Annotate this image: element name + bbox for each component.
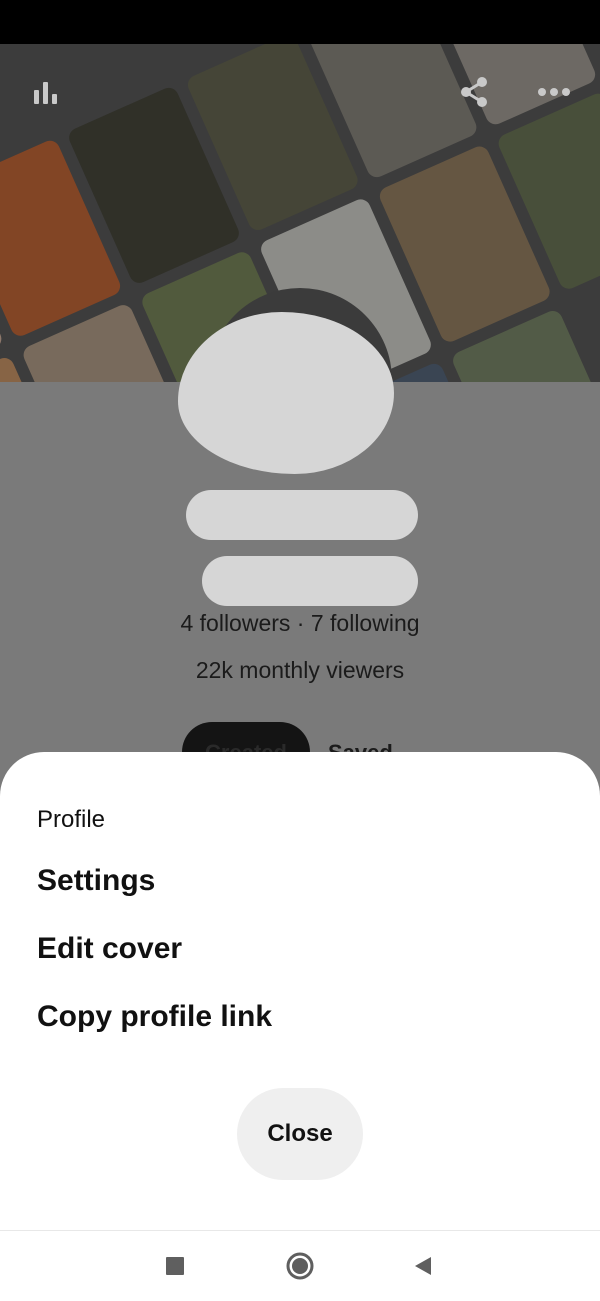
recents-icon[interactable]: [160, 1251, 190, 1281]
sheet-title: Profile: [37, 806, 106, 833]
username-redaction: [202, 556, 418, 606]
more-icon[interactable]: [536, 74, 572, 110]
back-icon[interactable]: [408, 1251, 438, 1281]
profile-options-sheet: Profile Settings Edit cover Copy profile…: [0, 752, 600, 1230]
close-button[interactable]: Close: [237, 1088, 363, 1180]
home-icon[interactable]: [285, 1251, 315, 1281]
menu-item-settings[interactable]: Settings: [37, 864, 155, 898]
system-nav-bar: [0, 1230, 600, 1301]
menu-item-edit-cover[interactable]: Edit cover: [37, 932, 182, 966]
follow-stats[interactable]: 4 followers · 7 following: [0, 610, 600, 637]
avatar-redaction: [178, 312, 394, 474]
share-icon[interactable]: [456, 74, 492, 110]
monthly-viewers: 22k monthly viewers: [195, 657, 405, 683]
status-bar: [0, 0, 600, 44]
menu-item-copy-profile-link[interactable]: Copy profile link: [37, 1000, 272, 1034]
display-name-redaction: [186, 490, 418, 540]
analytics-icon[interactable]: [28, 74, 64, 110]
